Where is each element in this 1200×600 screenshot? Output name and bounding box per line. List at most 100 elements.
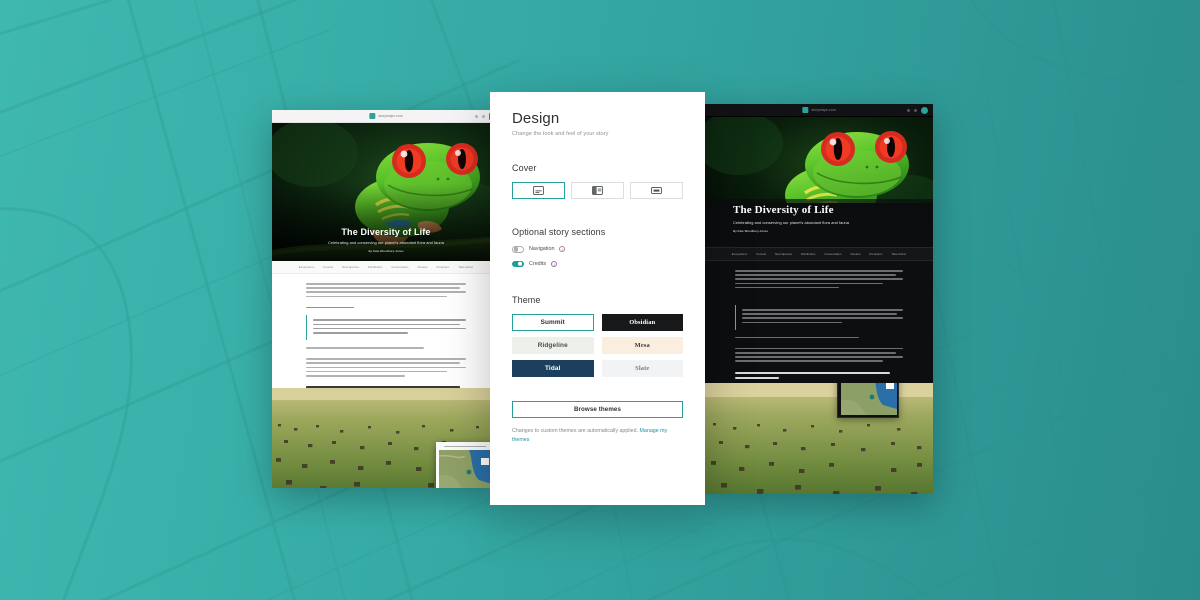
cover-split-icon xyxy=(592,186,603,195)
cover-section-label: Cover xyxy=(512,163,537,173)
browse-themes-label: Browse themes xyxy=(573,406,622,413)
avatar[interactable] xyxy=(921,106,928,114)
story-body-light xyxy=(272,274,500,394)
cover-hero-light: The Diversity of Life Celebrating and co… xyxy=(272,123,500,261)
map-thumbnail[interactable] xyxy=(840,383,897,415)
cover-hero-dark: The Diversity of Life Celebrating and co… xyxy=(705,117,933,247)
map-caption xyxy=(444,445,486,447)
theme-section: Theme Summit Obsidian Ridgeline Mesa Tid… xyxy=(512,295,683,444)
pull-quote xyxy=(306,315,466,341)
theme-label: Mesa xyxy=(634,342,650,349)
story-preview-light[interactable]: storymaps.com The Diversity of Life Cele… xyxy=(272,110,500,488)
nav-item[interactable]: Forests xyxy=(756,252,766,256)
nav-item[interactable]: Ecosystems xyxy=(299,265,315,269)
story-byline: By Kate Woodbury-Jones xyxy=(733,229,769,233)
star-icon[interactable] xyxy=(907,108,910,112)
address-bar[interactable]: storymaps.com xyxy=(369,112,403,120)
nav-item[interactable]: Take Action xyxy=(458,265,473,269)
navigation-toggle[interactable] xyxy=(512,246,524,253)
cover-option-minimal[interactable] xyxy=(630,182,683,199)
nav-item[interactable]: Protection xyxy=(869,252,882,256)
favicon-icon xyxy=(802,107,809,113)
browse-themes-button[interactable]: Browse themes xyxy=(512,401,683,418)
navigation-label: Navigation xyxy=(529,246,555,253)
cover-section: Cover xyxy=(512,163,683,199)
map-thumbnail[interactable] xyxy=(438,449,492,489)
theme-label: Tidal xyxy=(544,365,561,372)
map-card-light[interactable] xyxy=(436,441,494,489)
story-byline: By Kate Woodbury-Jones xyxy=(368,249,404,253)
nav-item[interactable]: Conservation xyxy=(824,252,841,256)
cover-option-split[interactable] xyxy=(571,182,624,199)
credits-label: Credits xyxy=(529,260,547,267)
toggle-row-navigation: Navigation i xyxy=(512,246,683,253)
nav-item[interactable]: Distribution xyxy=(801,252,815,256)
cover-option-full[interactable] xyxy=(512,182,565,199)
nav-item[interactable]: Oceans xyxy=(850,252,860,256)
cover-minimal-icon xyxy=(651,187,662,194)
cover-text-light: The Diversity of Life Celebrating and co… xyxy=(272,227,500,253)
cover-options xyxy=(512,182,683,199)
story-body-dark xyxy=(705,261,933,383)
panel-footer: Changes to custom themes are automatical… xyxy=(512,427,683,444)
browser-chrome-dark: storymaps.com xyxy=(705,104,933,117)
nav-item[interactable]: New Species xyxy=(342,265,359,269)
favicon-icon xyxy=(369,113,376,119)
info-icon[interactable]: i xyxy=(559,246,566,253)
story-nav-light[interactable]: Ecosystems Forests New Species Distribut… xyxy=(272,261,500,274)
story-preview-dark[interactable]: storymaps.com The Diversity of Life Cele… xyxy=(705,104,933,494)
page-title: Design xyxy=(512,110,560,127)
star-icon[interactable] xyxy=(475,114,478,118)
theme-options: Summit Obsidian Ridgeline Mesa Tidal Sla… xyxy=(512,314,683,377)
credits-toggle[interactable] xyxy=(512,260,524,267)
toggle-knob xyxy=(513,247,519,252)
url-text: storymaps.com xyxy=(811,108,836,112)
extensions-icon[interactable] xyxy=(482,114,485,118)
info-icon[interactable]: i xyxy=(551,260,558,267)
theme-label: Obsidian xyxy=(629,319,656,326)
pull-quote xyxy=(735,304,903,330)
footer-text: Changes to custom themes are automatical… xyxy=(512,428,639,434)
theme-obsidian[interactable]: Obsidian xyxy=(601,314,683,331)
nav-item[interactable]: Forests xyxy=(323,265,333,269)
savanna-photo-dark xyxy=(705,383,933,494)
toggle-row-credits: Credits i xyxy=(512,260,683,267)
theme-ridgeline[interactable]: Ridgeline xyxy=(512,337,594,354)
nav-item[interactable]: Ecosystems xyxy=(732,252,748,256)
nav-item[interactable]: Protection xyxy=(436,265,449,269)
nav-item[interactable]: Distribution xyxy=(368,265,382,269)
savanna-photo-light xyxy=(272,388,500,488)
extensions-icon[interactable] xyxy=(914,108,917,112)
theme-section-label: Theme xyxy=(512,295,541,305)
nav-item[interactable]: Take Action xyxy=(891,252,906,256)
screenshot-stage: storymaps.com The Diversity of Life Cele… xyxy=(0,0,1200,600)
browser-chrome-light: storymaps.com xyxy=(272,110,500,123)
optional-sections: Optional story sections Navigation i Cre… xyxy=(512,227,683,267)
cover-text-dark: The Diversity of Life Celebrating and co… xyxy=(705,204,933,233)
story-title: The Diversity of Life xyxy=(341,226,431,237)
optional-sections-label: Optional story sections xyxy=(512,227,606,237)
nav-item[interactable]: New Species xyxy=(775,252,792,256)
theme-mesa[interactable]: Mesa xyxy=(601,337,683,354)
story-nav-dark[interactable]: Ecosystems Forests New Species Distribut… xyxy=(705,247,933,261)
browser-controls[interactable] xyxy=(907,106,928,114)
panel-header: Design Change the look and feel of your … xyxy=(512,110,683,137)
address-bar[interactable]: storymaps.com xyxy=(802,106,836,114)
panel-subtitle: Change the look and feel of your story xyxy=(512,131,609,137)
url-text: storymaps.com xyxy=(378,114,403,118)
theme-tidal[interactable]: Tidal xyxy=(512,360,594,377)
theme-summit[interactable]: Summit xyxy=(512,314,594,331)
toggle-knob xyxy=(517,261,522,266)
theme-label: Slate xyxy=(635,365,650,372)
map-card-dark[interactable] xyxy=(837,383,899,418)
theme-slate[interactable]: Slate xyxy=(601,360,683,377)
story-subtitle: Celebrating and conserving our planet's … xyxy=(733,220,849,225)
theme-label: Summit xyxy=(540,319,565,326)
theme-label: Ridgeline xyxy=(537,342,568,349)
design-panel: Design Change the look and feel of your … xyxy=(490,92,705,505)
nav-item[interactable]: Conservation xyxy=(391,265,408,269)
story-subtitle: Celebrating and conserving our planet's … xyxy=(328,240,444,245)
nav-item[interactable]: Oceans xyxy=(417,265,427,269)
story-title: The Diversity of Life xyxy=(733,204,834,217)
cover-full-icon xyxy=(533,186,544,195)
